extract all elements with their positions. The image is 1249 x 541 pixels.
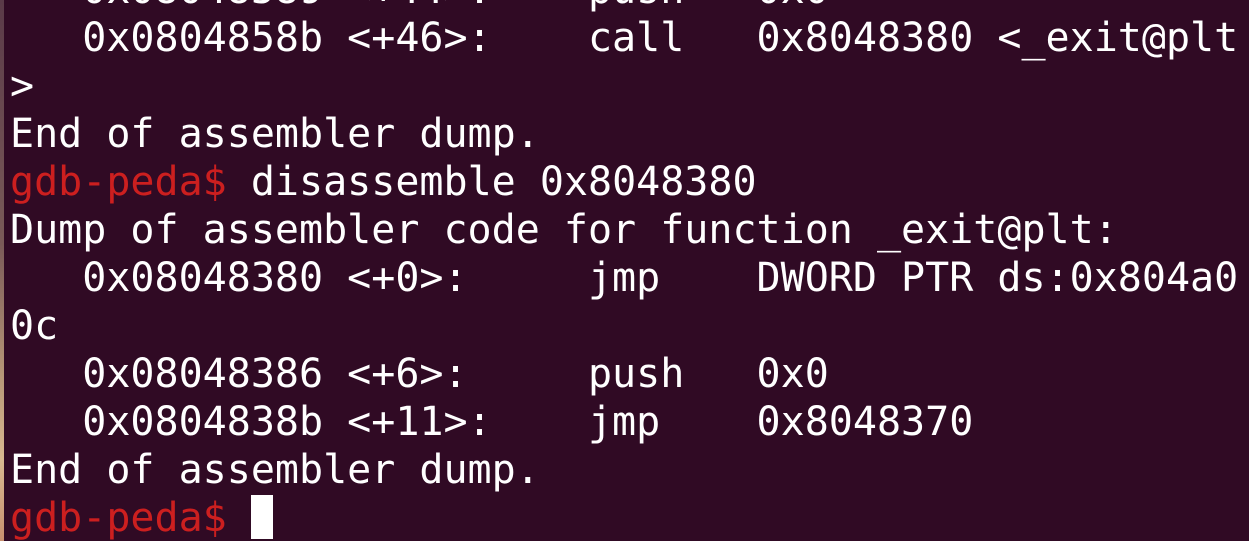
prompt-label-active: gdb-peda$ bbox=[10, 495, 227, 541]
output-line-dump-header: Dump of assembler code for function _exi… bbox=[10, 207, 1118, 253]
output-line-push: 0x08048386 <+6>: push 0x0 bbox=[10, 351, 829, 397]
output-line-partial: 0x08048589 <+44>: push 0x0 bbox=[10, 0, 1249, 14]
command-input[interactable] bbox=[227, 495, 251, 541]
text-cursor bbox=[250, 495, 273, 539]
terminal-output: 0x08048589 <+44>: push 0x0 0x0804858b <+… bbox=[10, 0, 1249, 541]
output-line-jmp: 0x0804838b <+11>: jmp 0x8048370 bbox=[10, 399, 974, 445]
output-line-end-dump: End of assembler dump. bbox=[10, 111, 540, 157]
output-line-wrap-0c: 0c bbox=[10, 303, 59, 349]
active-command-line[interactable]: gdb-peda$ bbox=[10, 494, 1249, 541]
terminal-window[interactable]: 0x08048589 <+44>: push 0x0 0x0804858b <+… bbox=[0, 0, 1249, 541]
command-line: gdb-peda$ disassemble 0x8048380 bbox=[10, 158, 1249, 206]
output-line-wrap: > bbox=[10, 63, 35, 109]
command-text: disassemble 0x8048380 bbox=[226, 159, 757, 205]
output-line-end-dump-2: End of assembler dump. bbox=[10, 447, 540, 493]
prompt-label: gdb-peda$ bbox=[10, 159, 227, 205]
desktop-edge bbox=[0, 0, 4, 541]
output-line-call-exit: 0x0804858b <+46>: call 0x8048380 <_exit@… bbox=[10, 15, 1239, 61]
output-line-jmp-dword: 0x08048380 <+0>: jmp DWORD PTR ds:0x804a… bbox=[10, 255, 1239, 301]
